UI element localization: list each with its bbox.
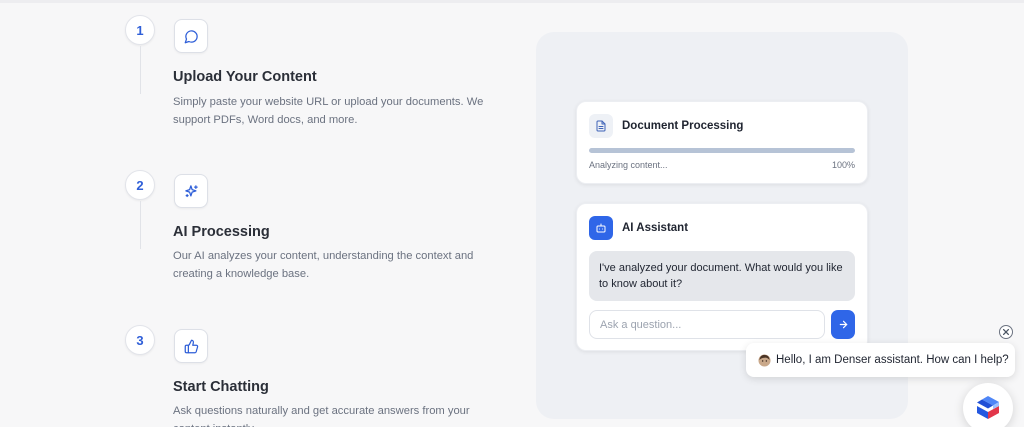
sparkles-icon [174, 174, 208, 208]
send-button[interactable] [831, 310, 855, 339]
step-title: AI Processing [173, 224, 270, 240]
step-connector [140, 201, 141, 249]
document-icon [589, 114, 613, 138]
step-title: Upload Your Content [173, 69, 317, 85]
step-title: Start Chatting [173, 379, 269, 395]
chat-launcher-button[interactable] [963, 383, 1013, 427]
close-icon [1002, 328, 1010, 336]
progress-bar [589, 148, 855, 153]
progress-percent: 100% [831, 160, 855, 170]
top-divider [0, 0, 1024, 3]
close-greeting-button[interactable] [999, 325, 1013, 339]
question-input[interactable] [589, 310, 825, 339]
document-processing-card: Document Processing Analyzing content...… [576, 101, 868, 184]
arrow-right-icon [839, 320, 847, 329]
greeting-text: Hello, I am Denser assistant. How can I … [776, 354, 1009, 366]
thumbs-up-icon [174, 329, 208, 363]
avatar-icon [758, 353, 771, 367]
step-number: 1 [125, 15, 155, 45]
step-description: Our AI analyzes your content, understand… [173, 250, 474, 280]
step-description: Ask questions naturally and get accurate… [173, 405, 470, 427]
card-title: Document Processing [622, 120, 744, 132]
step-connector [140, 46, 141, 94]
step-description: Simply paste your website URL or upload … [173, 96, 484, 126]
step-number: 2 [125, 170, 155, 200]
ai-assistant-card: AI Assistant I've analyzed your document… [576, 203, 868, 351]
assistant-greeting[interactable]: Hello, I am Denser assistant. How can I … [746, 343, 1015, 377]
card-title: AI Assistant [622, 222, 689, 234]
progress-fill [589, 148, 855, 153]
assistant-message: I've analyzed your document. What would … [589, 251, 855, 301]
chat-bubble-icon [174, 19, 208, 53]
bot-icon [589, 216, 613, 240]
progress-status: Analyzing content... [589, 160, 668, 170]
step-number: 3 [125, 325, 155, 355]
denser-logo-icon [977, 396, 999, 419]
